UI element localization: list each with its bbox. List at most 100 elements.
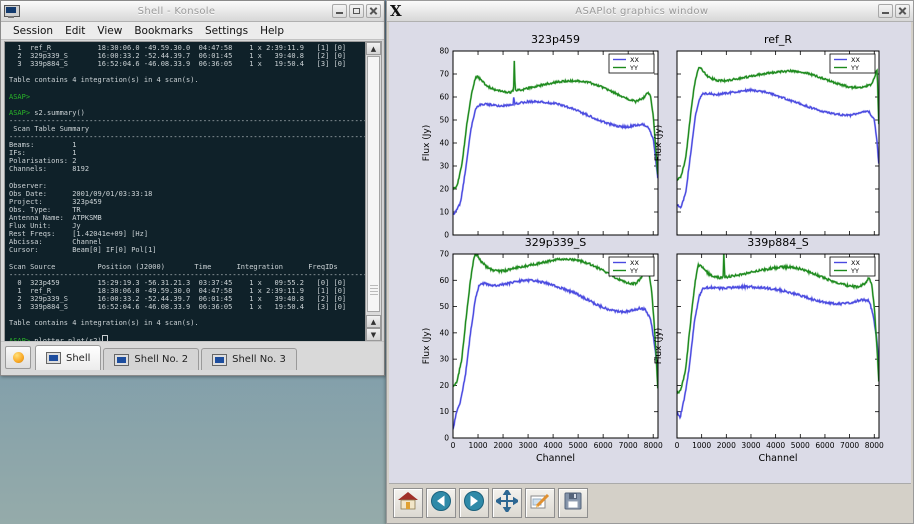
svg-text:Flux (Jy): Flux (Jy) [654, 328, 664, 365]
svg-text:Channel: Channel [758, 453, 797, 464]
konsole-window-title: Shell - Konsole [23, 6, 330, 17]
svg-text:20: 20 [439, 381, 449, 390]
new-session-button[interactable] [5, 346, 31, 369]
svg-text:7000: 7000 [619, 441, 638, 450]
svg-text:40: 40 [439, 328, 449, 337]
asaplot-window: X ASAPlot graphics window 323p459 0 10 20 30… [386, 0, 914, 524]
tab-shell[interactable]: Shell [35, 345, 101, 370]
svg-text:7000: 7000 [840, 441, 859, 450]
konsole-menubar: SessionEditViewBookmarksSettingsHelp [1, 22, 384, 40]
svg-text:0: 0 [444, 231, 449, 240]
plot-minimize-button[interactable] [878, 4, 893, 18]
svg-text:2000: 2000 [717, 441, 736, 450]
svg-text:50: 50 [439, 116, 449, 125]
asaplot-titlebar[interactable]: X ASAPlot graphics window [387, 1, 913, 22]
scrollbar-thumb[interactable] [367, 56, 380, 312]
konsole-window: Shell - Konsole SessionEditViewBookmarks… [0, 0, 385, 376]
svg-text:Flux (Jy): Flux (Jy) [422, 328, 432, 365]
menu-item-help[interactable]: Help [254, 24, 290, 38]
svg-text:10: 10 [439, 208, 449, 217]
subplot-title-323p459: 323p459 [531, 33, 580, 46]
svg-text:YY: YY [850, 267, 859, 275]
tab-shell-no-2[interactable]: Shell No. 2 [103, 348, 199, 370]
menu-item-edit[interactable]: Edit [59, 24, 91, 38]
svg-text:0: 0 [675, 441, 680, 450]
svg-text:30: 30 [439, 355, 449, 364]
desktop: { "colors": { "terminal_green": "#29b529… [0, 0, 914, 524]
home-icon [397, 490, 419, 516]
figure-svg: 323p45901020304050607080Flux (Jy)XXYYref… [389, 22, 911, 485]
subplot-title-ref_R: ref_R [764, 33, 792, 46]
menu-item-view[interactable]: View [91, 24, 128, 38]
svg-text:70: 70 [439, 70, 449, 79]
pan-button[interactable] [492, 488, 522, 518]
svg-text:0: 0 [444, 434, 449, 443]
tab-shell-no-3[interactable]: Shell No. 3 [201, 348, 297, 370]
konsole-titlebar[interactable]: Shell - Konsole [1, 1, 384, 22]
terminal-area[interactable]: 1 ref_R 18:30:06.0 -49.59.30.0 04:47:58 … [5, 42, 365, 341]
svg-text:5000: 5000 [569, 441, 588, 450]
svg-text:30: 30 [439, 162, 449, 171]
new-session-icon [13, 352, 24, 363]
svg-text:6000: 6000 [815, 441, 834, 450]
plot-toolbar [389, 483, 911, 521]
svg-text:XX: XX [851, 56, 860, 64]
svg-text:8000: 8000 [644, 441, 663, 450]
konsole-tabbar: Shell Shell No. 2Shell No. 3 [1, 341, 384, 370]
svg-text:4000: 4000 [766, 441, 785, 450]
svg-text:8000: 8000 [865, 441, 884, 450]
forward-button[interactable] [459, 488, 489, 518]
scrollbar-grip [370, 285, 378, 297]
back-button[interactable] [426, 488, 456, 518]
minimize-icon [336, 12, 343, 14]
svg-text:0: 0 [451, 441, 456, 450]
svg-text:YY: YY [629, 64, 638, 72]
save-icon [562, 490, 584, 516]
figure-canvas[interactable]: 323p45901020304050607080Flux (Jy)XXYYref… [389, 22, 911, 485]
forward-icon [463, 490, 485, 516]
svg-text:1000: 1000 [692, 441, 711, 450]
svg-text:3000: 3000 [519, 441, 538, 450]
menu-item-settings[interactable]: Settings [199, 24, 254, 38]
tab-label: Shell [66, 353, 90, 364]
maximize-icon [353, 8, 360, 14]
scroll-up-button-2[interactable]: ▲ [366, 315, 381, 328]
close-button[interactable] [366, 4, 381, 18]
subplot-title-339p884_S: 339p884_S [747, 236, 808, 249]
minimize-button[interactable] [332, 4, 347, 18]
edit-button[interactable] [525, 488, 555, 518]
svg-text:Flux (Jy): Flux (Jy) [422, 125, 432, 162]
svg-text:60: 60 [439, 93, 449, 102]
scroll-up-button[interactable]: ▲ [366, 42, 381, 55]
konsole-app-icon [4, 5, 19, 18]
terminal-frame: 1 ref_R 18:30:06.0 -49.59.30.0 04:47:58 … [4, 41, 382, 342]
svg-text:Channel: Channel [536, 453, 575, 464]
svg-text:YY: YY [629, 267, 638, 275]
svg-text:XX: XX [851, 259, 860, 267]
svg-text:20: 20 [439, 185, 449, 194]
asaplot-window-title: ASAPlot graphics window [408, 6, 876, 17]
svg-text:4000: 4000 [544, 441, 563, 450]
svg-text:2000: 2000 [494, 441, 513, 450]
svg-text:60: 60 [439, 276, 449, 285]
scroll-down-button[interactable]: ▼ [366, 328, 381, 341]
svg-text:5000: 5000 [791, 441, 810, 450]
svg-text:3000: 3000 [741, 441, 760, 450]
save-button[interactable] [558, 488, 588, 518]
svg-text:XX: XX [630, 259, 639, 267]
x11-icon: X [390, 4, 402, 19]
plot-close-button[interactable] [895, 4, 910, 18]
svg-text:40: 40 [439, 139, 449, 148]
svg-text:1000: 1000 [468, 441, 487, 450]
terminal-tab-icon [46, 352, 61, 364]
svg-text:10: 10 [439, 407, 449, 416]
menu-item-session[interactable]: Session [7, 24, 59, 38]
maximize-button[interactable] [349, 4, 364, 18]
terminal-scrollbar[interactable]: ▲ ▲ ▼ [365, 42, 381, 341]
home-button[interactable] [393, 488, 423, 518]
menu-item-bookmarks[interactable]: Bookmarks [128, 24, 199, 38]
minimize-icon [882, 12, 889, 14]
svg-text:YY: YY [850, 64, 859, 72]
svg-text:50: 50 [439, 302, 449, 311]
svg-text:70: 70 [439, 250, 449, 259]
